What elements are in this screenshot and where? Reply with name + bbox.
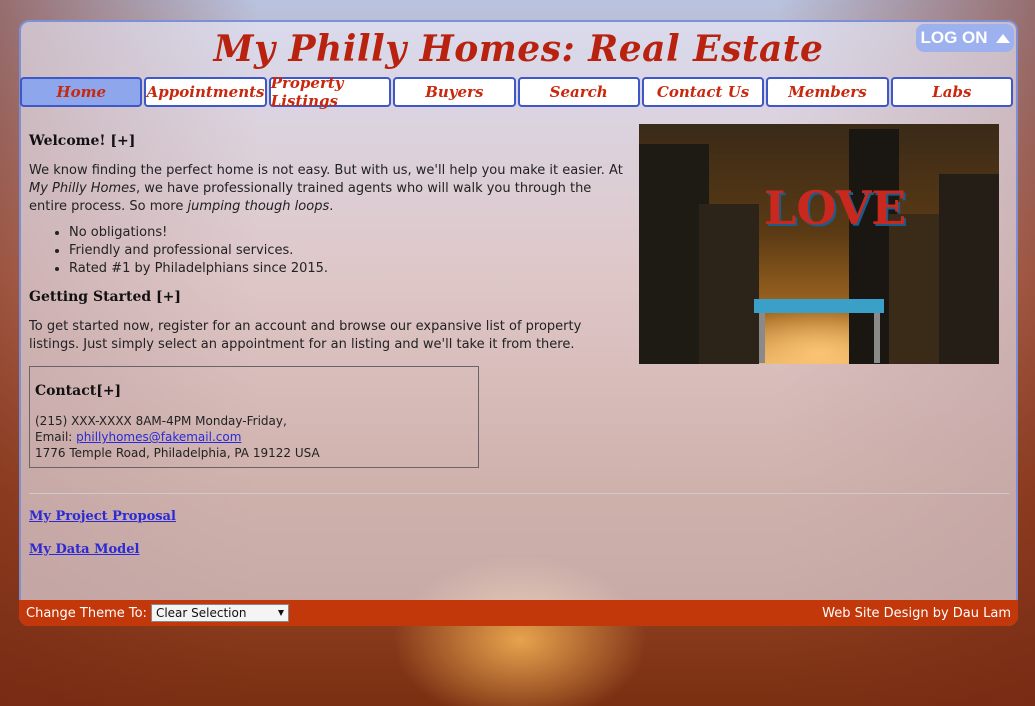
contact-box: Contact[+] (215) XXX-XXXX 8AM-4PM Monday…	[29, 366, 479, 468]
footer: Change Theme To: Clear Selection Web Sit…	[19, 600, 1018, 626]
project-proposal-link[interactable]: My Project Proposal	[29, 509, 176, 524]
welcome-emphasis: jumping though loops	[187, 199, 330, 214]
contact-address: 1776 Temple Road, Philadelphia, PA 19122…	[35, 446, 320, 460]
theme-selected-value: Clear Selection	[155, 606, 247, 620]
welcome-text-1: We know finding the perfect home is not …	[29, 163, 623, 178]
welcome-heading[interactable]: Welcome! [+]	[29, 132, 629, 150]
site-title: My Philly Homes: Real Estate	[213, 28, 824, 70]
nav-search[interactable]: Search	[517, 77, 640, 107]
page-container: My Philly Homes: Real Estate LOG ON Home…	[19, 20, 1018, 626]
main-nav: Home Appointments Property Listings Buye…	[20, 74, 1013, 110]
list-item: No obligations!	[69, 224, 629, 242]
welcome-list: No obligations! Friendly and professiona…	[29, 224, 629, 278]
theme-label: Change Theme To:	[26, 605, 147, 621]
statue-leg	[874, 313, 880, 363]
main-content: Welcome! [+] We know finding the perfect…	[29, 122, 629, 468]
contact-phone-hours: (215) XXX-XXXX 8AM-4PM Monday-Friday,	[35, 414, 287, 428]
nav-property-listings[interactable]: Property Listings	[268, 74, 392, 110]
contact-heading[interactable]: Contact[+]	[35, 383, 473, 399]
list-item: Rated #1 by Philadelphians since 2015.	[69, 260, 629, 278]
nav-buyers[interactable]: Buyers	[393, 77, 516, 107]
design-credit: Web Site Design by Dau Lam	[822, 605, 1011, 621]
nav-contact-us[interactable]: Contact Us	[641, 77, 765, 107]
hero-image-love-statue: LOVE	[639, 124, 999, 364]
statue-leg	[759, 313, 765, 363]
list-item: Friendly and professional services.	[69, 242, 629, 260]
contact-email-row: Email: phillyhomes@fakemail.com	[35, 429, 473, 445]
getting-started-text: To get started now, register for an acco…	[29, 319, 582, 352]
chevron-down-icon	[277, 610, 284, 616]
nav-appointments[interactable]: Appointments	[144, 77, 267, 107]
data-model-link[interactable]: My Data Model	[29, 542, 139, 557]
theme-switcher: Change Theme To: Clear Selection	[26, 604, 289, 622]
divider	[29, 493, 1009, 494]
logon-label: LOG ON	[920, 28, 988, 47]
logon-button[interactable]: LOG ON	[916, 24, 1014, 52]
welcome-paragraph: We know finding the perfect home is not …	[29, 162, 629, 216]
nav-home[interactable]: Home	[20, 77, 143, 107]
statue-base	[754, 299, 884, 313]
nav-labs[interactable]: Labs	[890, 77, 1013, 107]
getting-started-heading[interactable]: Getting Started [+]	[29, 288, 629, 306]
contact-email-label: Email:	[35, 430, 77, 444]
welcome-text-3: .	[329, 199, 334, 214]
nav-members[interactable]: Members	[766, 77, 889, 107]
welcome-brand: My Philly Homes	[29, 181, 136, 196]
theme-select[interactable]: Clear Selection	[150, 604, 289, 622]
contact-email-link[interactable]: phillyhomes@fakemail.com	[76, 430, 241, 444]
love-sign: LOVE	[764, 181, 907, 235]
chevron-up-icon	[995, 33, 1010, 43]
